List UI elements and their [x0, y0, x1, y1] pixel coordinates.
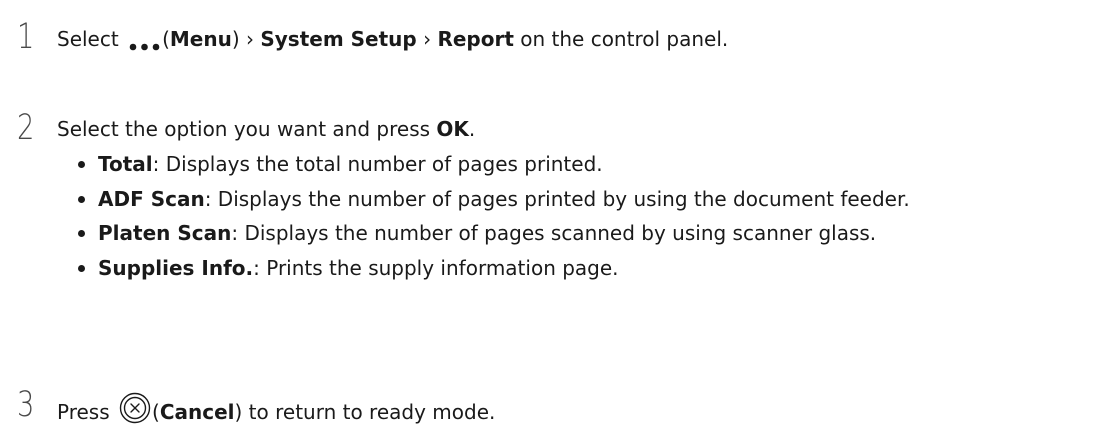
system-setup-label: System Setup — [260, 27, 417, 51]
menu-label: Menu — [169, 27, 232, 51]
step-number: 1 — [17, 17, 35, 57]
list-item: Supplies Info.: Prints the supply inform… — [76, 256, 910, 280]
step-number: 3 — [17, 385, 35, 425]
list-item: Platen Scan: Displays the number of page… — [76, 221, 910, 245]
paren-close: ) — [231, 27, 240, 51]
paren-open: ( — [162, 27, 170, 51]
step-text-suffix: on the control panel. — [513, 27, 729, 51]
step-text-suffix: . — [468, 117, 476, 141]
step-text-suffix: to return to ready mode. — [242, 400, 496, 424]
option-name: Supplies Info. — [98, 255, 254, 280]
report-label: Report — [437, 27, 514, 51]
step-text-prefix: Press — [57, 400, 116, 424]
bullet — [78, 230, 85, 237]
bullet — [78, 161, 85, 168]
option-desc: : Displays the number of pages scanned b… — [231, 221, 877, 245]
list-item: ADF Scan: Displays the number of pages p… — [76, 187, 910, 211]
option-name: ADF Scan — [98, 186, 205, 211]
cancel-circle-icon — [119, 392, 151, 429]
separator: › — [239, 27, 261, 51]
ok-label: OK — [436, 117, 469, 141]
step-text-prefix: Select — [57, 27, 126, 51]
option-desc: : Displays the number of pages printed b… — [204, 186, 910, 211]
option-list: Total: Displays the total number of page… — [76, 152, 910, 290]
option-name: Total — [98, 152, 153, 176]
option-name: Platen Scan — [98, 221, 232, 245]
option-desc: : Displays the total number of pages pri… — [152, 152, 603, 176]
bullet — [78, 195, 85, 203]
paren-open: ( — [152, 400, 160, 424]
step-text: Press (Cancel) to return to ready mode. — [57, 392, 496, 432]
separator: › — [416, 27, 438, 51]
step-text: Select (Menu) › System Setup › Report on… — [57, 27, 728, 53]
cancel-label: Cancel — [159, 400, 235, 424]
bullet — [78, 264, 85, 272]
step-number: 2 — [17, 108, 35, 148]
more-dots-icon — [129, 32, 161, 56]
option-desc: : Prints the supply information page. — [253, 255, 619, 280]
step-text-prefix: Select the option you want and press — [57, 117, 437, 141]
step-text: Select the option you want and press OK. — [57, 117, 475, 141]
list-item: Total: Displays the total number of page… — [76, 152, 910, 176]
